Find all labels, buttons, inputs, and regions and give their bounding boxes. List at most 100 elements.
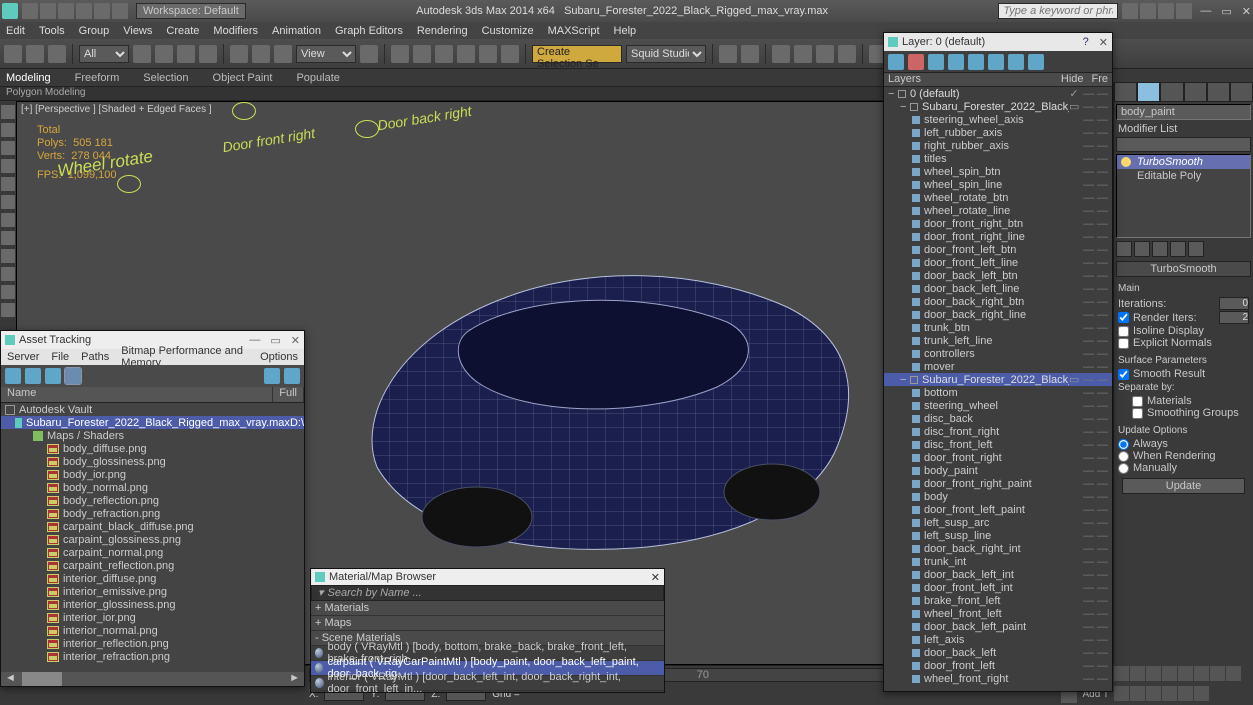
layer-object-row[interactable]: door_back_left_paint— —	[884, 620, 1112, 633]
material-row[interactable]: interior ( VRayMtl ) [door_back_left_int…	[311, 676, 664, 691]
layer-tree[interactable]: −0 (default)✓— —−Subaru_Forester_2022_Bl…	[884, 87, 1112, 691]
asset-row[interactable]: carpaint_black_diffuse.png	[1, 520, 304, 533]
select-icon[interactable]	[133, 45, 151, 63]
stack-item-turbosmooth[interactable]: TurboSmooth	[1117, 155, 1250, 169]
menu-customize[interactable]: Customize	[482, 25, 534, 37]
asset-menu-server[interactable]: Server	[7, 351, 39, 363]
layer-object-row[interactable]: door_front_left_paint— —	[884, 503, 1112, 516]
layer-object-row[interactable]: trunk_int— —	[884, 555, 1112, 568]
time-config-icon[interactable]	[1210, 666, 1225, 681]
layer-highlight-icon[interactable]	[968, 54, 984, 70]
hierarchy-tab[interactable]	[1160, 82, 1183, 102]
layer-object-row[interactable]: door_back_left_int— —	[884, 568, 1112, 581]
modifier-stack[interactable]: TurboSmooth Editable Poly	[1116, 154, 1251, 238]
goto-start-icon[interactable]	[1114, 666, 1129, 681]
layer-manager-icon[interactable]	[772, 45, 790, 63]
layer-object-row[interactable]: body— —	[884, 490, 1112, 503]
menu-create[interactable]: Create	[166, 25, 199, 37]
vp-tool-icon[interactable]	[1, 267, 15, 281]
qat-project-icon[interactable]	[112, 3, 128, 19]
asset-row[interactable]: Autodesk Vault	[1, 403, 304, 416]
layer-object-row[interactable]: disc_back— —	[884, 412, 1112, 425]
material-window-title[interactable]: Material/Map Browser✕	[311, 569, 664, 585]
asset-menu-file[interactable]: File	[51, 351, 69, 363]
qat-undo-icon[interactable]	[76, 3, 92, 19]
rotate-icon[interactable]	[252, 45, 270, 63]
viewport-label[interactable]: [+] [Perspective ] [Shaded + Edged Faces…	[21, 104, 212, 115]
layer-object-row[interactable]: trunk_btn— —	[884, 321, 1112, 334]
asset-row[interactable]: interior_normal.png	[1, 624, 304, 637]
asset-refresh-icon[interactable]	[5, 368, 21, 384]
asset-opt1-icon[interactable]	[264, 368, 280, 384]
sep-groups-checkbox[interactable]	[1132, 408, 1143, 419]
asset-opt2-icon[interactable]	[284, 368, 300, 384]
render-iters-checkbox[interactable]	[1118, 312, 1129, 323]
layer-object-row[interactable]: door_back_left_line— —	[884, 282, 1112, 295]
vp-tool-icon[interactable]	[1, 105, 15, 119]
layer-object-row[interactable]: steering_wheel— —	[884, 399, 1112, 412]
exchange-icon[interactable]	[1140, 3, 1156, 19]
layer-object-row[interactable]: door_front_right— —	[884, 451, 1112, 464]
window-crossing-icon[interactable]	[199, 45, 217, 63]
layer-object-row[interactable]: bottom— —	[884, 386, 1112, 399]
update-always-radio[interactable]	[1118, 439, 1129, 450]
rollout-turbosmooth[interactable]: TurboSmooth	[1116, 261, 1251, 277]
fov-icon[interactable]	[1146, 686, 1161, 701]
layer-object-row[interactable]: left_susp_line— —	[884, 529, 1112, 542]
pan-icon[interactable]	[1162, 686, 1177, 701]
rig-handle-icon[interactable]	[232, 102, 256, 120]
layer-object-row[interactable]: door_front_left_int— —	[884, 581, 1112, 594]
asset-tree-icon[interactable]	[25, 368, 41, 384]
ref-coord-system[interactable]: View	[296, 45, 356, 63]
layer-object-row[interactable]: door_back_left— —	[884, 646, 1112, 659]
material-tree[interactable]: + Materials+ Maps- Scene Materialsbody (…	[311, 601, 664, 692]
bulb-icon[interactable]	[1121, 157, 1131, 167]
asset-table-icon[interactable]	[65, 368, 81, 384]
layer-freeze-icon[interactable]	[1008, 54, 1024, 70]
layer-object-row[interactable]: door_front_right_btn— —	[884, 217, 1112, 230]
remove-modifier-icon[interactable]	[1170, 241, 1186, 257]
material-close-button[interactable]: ✕	[651, 571, 660, 584]
menu-graph-editors[interactable]: Graph Editors	[335, 25, 403, 37]
minimize-button[interactable]: —	[1200, 5, 1211, 18]
layer-object-row[interactable]: door_back_right_btn— —	[884, 295, 1112, 308]
layer-row[interactable]: −Subaru_Forester_2022_Black_Rigged▭— —	[884, 373, 1112, 386]
undo-icon[interactable]	[4, 45, 22, 63]
vp-tool-icon[interactable]	[1, 213, 15, 227]
layer-window-title[interactable]: Layer: 0 (default) ? ✕	[884, 33, 1112, 51]
ribbon-tab-object-paint[interactable]: Object Paint	[213, 72, 273, 84]
layer-object-row[interactable]: left_rubber_axis— —	[884, 126, 1112, 139]
orbit-icon[interactable]	[1178, 686, 1193, 701]
layer-object-row[interactable]: disc_front_right— —	[884, 425, 1112, 438]
percent-snap-icon[interactable]	[479, 45, 497, 63]
qat-open-icon[interactable]	[40, 3, 56, 19]
isoline-checkbox[interactable]	[1118, 326, 1129, 337]
configure-sets-icon[interactable]	[1188, 241, 1204, 257]
asset-row[interactable]: carpaint_normal.png	[1, 546, 304, 559]
layer-object-row[interactable]: left_axis— —	[884, 633, 1112, 646]
zoom-all-icon[interactable]	[1114, 686, 1129, 701]
layer-object-row[interactable]: steering_wheel_axis— —	[884, 113, 1112, 126]
layer-object-row[interactable]: controllers— —	[884, 347, 1112, 360]
menu-modifiers[interactable]: Modifiers	[213, 25, 258, 37]
render-preset[interactable]: Squid Studio v	[626, 45, 706, 63]
vp-tool-icon[interactable]	[1, 159, 15, 173]
link-icon[interactable]	[48, 45, 66, 63]
layer-hide-icon[interactable]	[988, 54, 1004, 70]
asset-row[interactable]: Subaru_Forester_2022_Black_Rigged_max_vr…	[1, 416, 304, 429]
use-center-icon[interactable]	[360, 45, 378, 63]
layer-object-row[interactable]: door_back_right_line— —	[884, 308, 1112, 321]
layer-row[interactable]: −0 (default)✓— —	[884, 87, 1112, 100]
pin-stack-icon[interactable]	[1116, 241, 1132, 257]
layer-close-button[interactable]: ✕	[1099, 36, 1108, 49]
ribbon-tab-freeform[interactable]: Freeform	[75, 72, 120, 84]
vp-tool-icon[interactable]	[1, 231, 15, 245]
favorites-icon[interactable]	[1158, 3, 1174, 19]
asset-row[interactable]: body_glossiness.png	[1, 455, 304, 468]
asset-hscroll[interactable]: ◄►	[1, 672, 304, 686]
make-unique-icon[interactable]	[1152, 241, 1168, 257]
layer-row[interactable]: −Subaru_Forester_2022_Black_Control▭— —	[884, 100, 1112, 113]
qat-redo-icon[interactable]	[94, 3, 110, 19]
material-editor-icon[interactable]	[838, 45, 856, 63]
menu-group[interactable]: Group	[79, 25, 110, 37]
